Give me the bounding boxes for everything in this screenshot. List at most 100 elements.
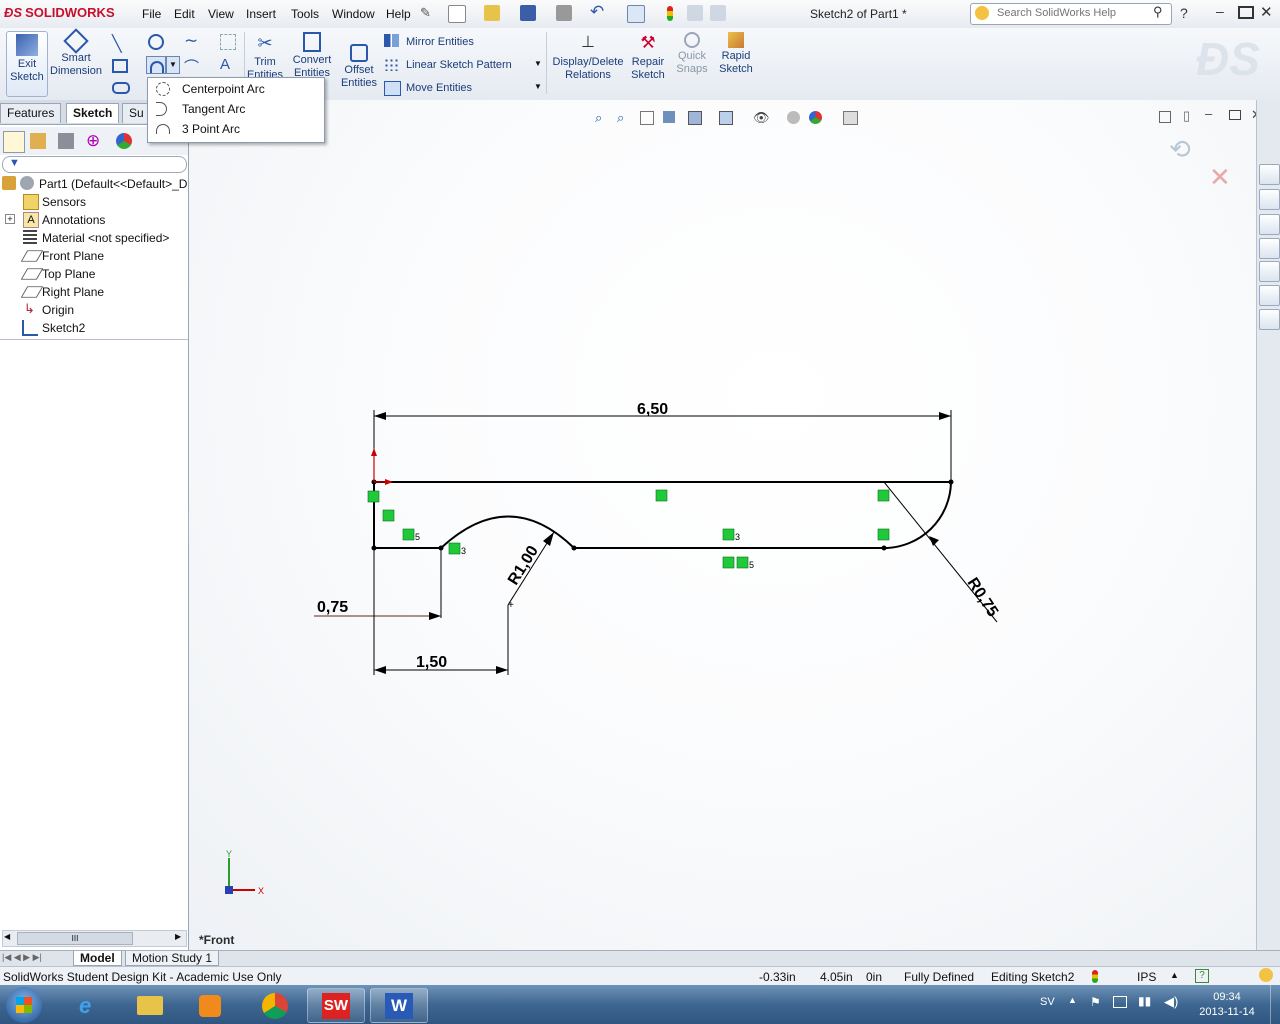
arc-flyout-arrow[interactable]: ▼ bbox=[166, 56, 180, 74]
dimxpert-tab-icon[interactable]: ⊕ bbox=[86, 131, 100, 151]
tab-motion-study[interactable]: Motion Study 1 bbox=[125, 951, 220, 966]
search-icon[interactable]: ⚲ bbox=[1153, 4, 1163, 20]
help-icon[interactable]: ? bbox=[1180, 5, 1188, 21]
construction-icon[interactable] bbox=[220, 34, 236, 50]
show-hidden-icons[interactable]: ▲ bbox=[1068, 995, 1077, 1005]
tree-filter[interactable]: ▼ bbox=[2, 156, 187, 173]
relation-coincident-top bbox=[877, 489, 890, 502]
media-player-taskbar[interactable] bbox=[182, 988, 240, 1023]
home-icon[interactable] bbox=[1259, 189, 1280, 210]
sketch-fillet-icon[interactable]: ⌒ bbox=[184, 56, 199, 77]
scroll-left-arrow[interactable]: ◀ bbox=[4, 932, 10, 941]
minimize-icon[interactable]: – bbox=[1216, 3, 1224, 19]
menu-edit[interactable]: Edit bbox=[174, 7, 195, 21]
centerpoint-arc-item[interactable]: Centerpoint Arc bbox=[148, 79, 324, 99]
rebuild-status-icon[interactable] bbox=[1092, 970, 1098, 983]
volume-icon[interactable]: ◀) bbox=[1164, 994, 1178, 1010]
design-library-icon[interactable] bbox=[1259, 214, 1280, 235]
menu-view[interactable]: View bbox=[208, 7, 234, 21]
tab-model[interactable]: Model bbox=[73, 951, 122, 966]
quick-snaps-button[interactable]: Quick Snaps bbox=[672, 30, 712, 76]
sketch-text-icon[interactable]: A bbox=[220, 56, 230, 73]
chrome-taskbar[interactable] bbox=[246, 988, 304, 1023]
configurationmanager-tab-icon[interactable] bbox=[58, 133, 74, 149]
file-explorer-icon[interactable] bbox=[1259, 238, 1280, 259]
save-icon[interactable] bbox=[520, 5, 536, 21]
power-icon[interactable] bbox=[1113, 996, 1127, 1008]
slot-tool-icon[interactable] bbox=[112, 82, 130, 94]
propertymanager-tab-icon[interactable] bbox=[30, 133, 46, 149]
new-document-icon[interactable] bbox=[448, 5, 466, 23]
view-palette-icon[interactable] bbox=[1259, 261, 1280, 282]
file-properties-icon[interactable] bbox=[687, 5, 703, 21]
language-indicator[interactable]: SV bbox=[1040, 996, 1055, 1008]
tip-bulb-icon[interactable] bbox=[1259, 968, 1273, 982]
three-point-arc-item[interactable]: 3 Point Arc bbox=[148, 119, 324, 139]
unit-system-arrow[interactable]: ▲ bbox=[1170, 970, 1179, 980]
display-delete-relations-button[interactable]: ⊥ Display/Delete Relations bbox=[552, 30, 624, 82]
tangent-arc-item[interactable]: Tangent Arc bbox=[148, 99, 324, 119]
word-taskbar[interactable]: W bbox=[370, 988, 428, 1023]
exit-sketch-button[interactable]: Exit Sketch bbox=[6, 31, 48, 97]
explorer-taskbar[interactable] bbox=[122, 988, 180, 1023]
undo-icon[interactable]: ↶ bbox=[590, 2, 604, 22]
network-icon[interactable]: ▮▮ bbox=[1138, 994, 1151, 1008]
show-desktop-button[interactable] bbox=[1270, 985, 1280, 1024]
graphics-area[interactable]: ⌕ ⌕ 👁 ▯ – ✕ ⟲ ✕ bbox=[189, 100, 1262, 950]
rapid-sketch-button[interactable]: Rapid Sketch bbox=[716, 30, 756, 76]
pattern-dropdown-arrow[interactable]: ▼ bbox=[534, 59, 542, 68]
menu-window[interactable]: Window bbox=[332, 7, 375, 21]
search-input[interactable] bbox=[995, 6, 1149, 20]
appearances-icon[interactable] bbox=[1259, 285, 1280, 306]
tree-horizontal-scrollbar[interactable]: ◀ III ▶ bbox=[2, 930, 187, 947]
offset-entities-button[interactable]: Offset Entities bbox=[338, 42, 380, 90]
tab-features[interactable]: Features bbox=[0, 103, 62, 123]
rectangle-tool-icon[interactable] bbox=[112, 59, 128, 73]
unit-system[interactable]: IPS bbox=[1137, 970, 1156, 984]
internet-explorer-taskbar[interactable]: e bbox=[62, 988, 120, 1023]
custom-properties-icon[interactable] bbox=[1259, 309, 1280, 330]
scroll-right-arrow[interactable]: ▶ bbox=[175, 932, 181, 941]
line-tool-icon[interactable]: ╲ bbox=[112, 34, 122, 54]
rebuild-icon[interactable] bbox=[667, 6, 673, 21]
open-folder-icon[interactable] bbox=[484, 5, 500, 21]
menu-tools[interactable]: Tools bbox=[291, 7, 319, 21]
select-pointer-icon[interactable] bbox=[627, 5, 645, 23]
solidworks-resources-icon[interactable] bbox=[1259, 164, 1280, 185]
tab-sketch[interactable]: Sketch bbox=[66, 103, 120, 123]
help-status-icon[interactable]: ? bbox=[1195, 969, 1209, 983]
centerpoint-arc-label: Centerpoint Arc bbox=[182, 82, 265, 96]
part-icon bbox=[2, 176, 16, 190]
move-dropdown-arrow[interactable]: ▼ bbox=[534, 82, 542, 91]
pin-icon[interactable]: ✎ bbox=[420, 5, 431, 21]
featuremanager-tab-icon[interactable] bbox=[3, 131, 25, 153]
close-icon[interactable]: ✕ bbox=[1260, 3, 1273, 21]
action-center-flag-icon[interactable]: ⚑ bbox=[1090, 995, 1101, 1009]
circle-tool-icon[interactable] bbox=[148, 34, 164, 50]
mirror-entities-button[interactable]: Mirror Entities bbox=[406, 36, 474, 48]
move-entities-button[interactable]: Move Entities bbox=[406, 82, 472, 94]
options-icon[interactable] bbox=[710, 5, 726, 21]
solidworks-logo[interactable]: ƉS SOLIDWORKS bbox=[4, 5, 115, 20]
search-box[interactable]: ⚲ bbox=[970, 3, 1172, 25]
scroll-thumb[interactable]: III bbox=[17, 932, 133, 945]
menu-insert[interactable]: Insert bbox=[246, 7, 276, 21]
tab-scroll-arrows-icon[interactable]: |◀ ◀ ▶ ▶| bbox=[2, 952, 42, 963]
start-button[interactable] bbox=[6, 987, 42, 1023]
smart-dimension-button[interactable]: Smart Dimension bbox=[50, 28, 102, 78]
system-clock[interactable]: 09:34 2013-11-14 bbox=[1190, 990, 1264, 1020]
display-manager-tab-icon[interactable] bbox=[116, 133, 132, 149]
print-icon[interactable] bbox=[556, 5, 572, 21]
solidworks-taskbar[interactable]: SW bbox=[307, 988, 365, 1023]
repair-sketch-button[interactable]: ⚒ Repair Sketch bbox=[628, 30, 668, 82]
menu-file[interactable]: File bbox=[142, 7, 161, 21]
restore-icon[interactable] bbox=[1238, 6, 1254, 19]
menu-help[interactable]: Help bbox=[386, 7, 411, 21]
trim-entities-button[interactable]: ✂ Trim Entities bbox=[246, 30, 284, 82]
spline-tool-icon[interactable]: ∼ bbox=[184, 31, 198, 51]
convert-entities-button[interactable]: Convert Entities bbox=[288, 30, 336, 80]
linear-sketch-pattern-button[interactable]: Linear Sketch Pattern bbox=[406, 59, 512, 71]
sketch-relations[interactable] bbox=[367, 489, 890, 569]
arc-tool-button[interactable] bbox=[146, 56, 166, 74]
expand-icon[interactable]: + bbox=[5, 214, 15, 224]
